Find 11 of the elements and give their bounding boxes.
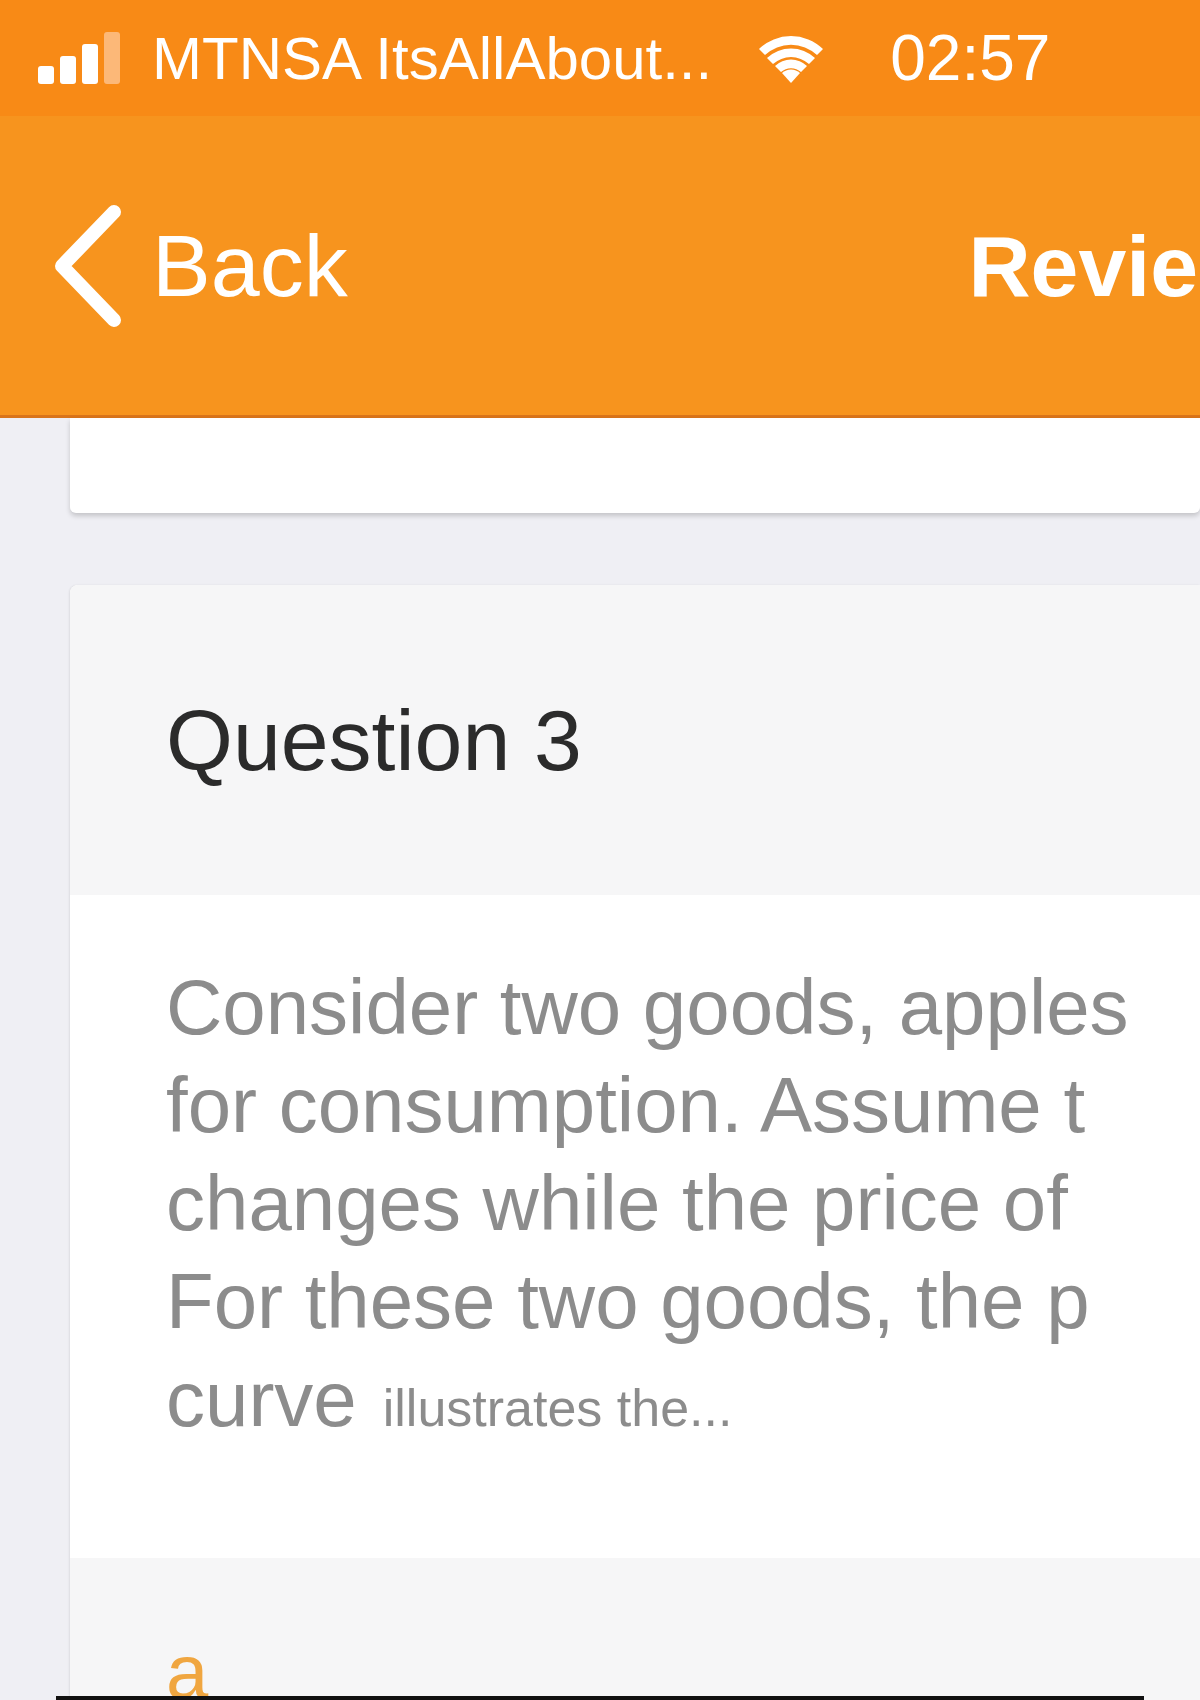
carrier-name: MTNSA ItsAllAbout...: [152, 23, 713, 93]
question-text-line: curve: [166, 1354, 357, 1445]
back-button[interactable]: Back: [48, 203, 348, 328]
question-text-continuation: illustrates the...: [382, 1378, 733, 1439]
question-text-line: for consumption. Assume t: [166, 1060, 1086, 1151]
question-text-line: For these two goods, the p: [166, 1256, 1090, 1347]
screen-title: Revie: [968, 222, 1198, 309]
question-text-line: Consider two goods, apples: [166, 962, 1129, 1053]
question-heading: Question 3: [166, 690, 582, 790]
clock-time: 02:57: [890, 21, 1051, 95]
question-text-line: changes while the price of: [166, 1158, 1068, 1249]
